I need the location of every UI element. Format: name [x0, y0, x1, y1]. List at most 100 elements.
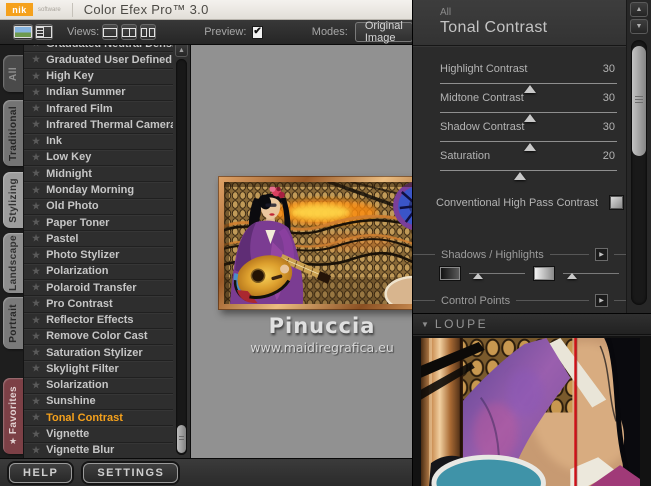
caption-url: www.maidiregrafica.eu: [250, 340, 394, 355]
views-label: Views:: [67, 26, 100, 38]
tab-favorites[interactable]: Favorites ★: [3, 378, 23, 454]
tab-stylizing[interactable]: Stylizing: [3, 172, 23, 228]
filter-item-old-photo[interactable]: ★ Old Photo: [24, 199, 173, 215]
view-split-icon: [122, 27, 137, 37]
divider: [516, 300, 589, 301]
panel-scroll-up-button[interactable]: ▲: [630, 2, 648, 17]
modes-dropdown[interactable]: Original Image: [354, 20, 413, 44]
preview-image-frame[interactable]: [218, 176, 412, 310]
preview-checkbox[interactable]: ✔: [252, 25, 263, 39]
filter-item-label: High Key: [46, 70, 94, 83]
shadow-swatch[interactable]: [440, 266, 460, 280]
filter-item-label: Infrared Film: [46, 102, 113, 115]
filter-item-high-key[interactable]: ★ High Key: [24, 69, 173, 85]
scrollbar-track[interactable]: [176, 59, 187, 455]
tab-all[interactable]: All: [3, 55, 23, 92]
image-thumbnail-icon: [14, 26, 32, 38]
filter-item-sunshine[interactable]: ★ Sunshine: [24, 394, 173, 411]
filter-item-infrared-thermal-camera[interactable]: ★ Infrared Thermal Camera: [24, 117, 173, 134]
shadow-slider[interactable]: [469, 272, 525, 279]
slider-track[interactable]: [440, 112, 617, 113]
star-icon: ★: [32, 314, 41, 325]
help-button[interactable]: HELP: [9, 462, 73, 483]
filter-item-paper-toner[interactable]: ★ Paper Toner: [24, 215, 173, 232]
star-icon: ★: [32, 428, 41, 439]
filter-item-pro-contrast[interactable]: ★ Pro Contrast: [24, 296, 173, 313]
highlight-slider-thumb[interactable]: [566, 272, 577, 279]
filter-item-ink[interactable]: ★ Ink: [24, 134, 173, 150]
filter-item-pastel[interactable]: ★ Pastel: [24, 231, 173, 248]
filterlist-toggle-button[interactable]: [35, 24, 53, 40]
filter-item-label: Vignette: [46, 428, 90, 440]
filter-item-vignette[interactable]: ★ Vignette: [24, 426, 173, 443]
view-single-icon: [103, 27, 118, 37]
filter-item-polaroid-transfer[interactable]: ★ Polaroid Transfer: [24, 280, 173, 297]
star-icon: ★: [32, 151, 41, 162]
title-bar: nik software Color Efex Pro™ 3.0: [0, 0, 412, 20]
view-single-button[interactable]: [102, 24, 119, 40]
filter-item-remove-color-cast[interactable]: ★ Remove Color Cast: [24, 329, 173, 346]
filter-item-label: Pro Contrast: [46, 297, 113, 310]
filter-item-midnight[interactable]: ★ Midnight: [24, 166, 173, 183]
filter-item-label: Midnight: [46, 167, 92, 180]
image-thumbnail-button[interactable]: [13, 24, 33, 40]
loupe-view: [413, 336, 651, 486]
preview-label: Preview:: [204, 26, 247, 38]
loupe-image: [421, 338, 640, 486]
filter-item-label: Photo Stylizer: [46, 249, 120, 262]
expand-button[interactable]: ▶: [595, 248, 608, 261]
filter-item-polarization[interactable]: ★ Polarization: [24, 264, 173, 280]
preview-image[interactable]: [224, 182, 412, 304]
panel-scrollbar-track[interactable]: [631, 40, 647, 305]
filter-item-indian-summer[interactable]: ★ Indian Summer: [24, 85, 173, 102]
scrollbar-thumb[interactable]: [177, 425, 186, 453]
filter-item-infrared-film[interactable]: ★ Infrared Film: [24, 101, 173, 118]
view-split-button[interactable]: [121, 24, 138, 40]
high-pass-contrast-checkbox[interactable]: [610, 196, 623, 209]
filter-item-graduated-neutral-density[interactable]: ★ Graduated Neutral Density: [24, 45, 173, 53]
filter-item-solarization[interactable]: ★ Solarization: [24, 378, 173, 394]
tab-portrait[interactable]: Portrait: [3, 297, 23, 349]
slider-group: Highlight Contrast 30 Midtone Contrast 30 Sh…: [440, 56, 617, 180]
scroll-up-button[interactable]: ▲: [175, 45, 188, 57]
tab-traditional[interactable]: Traditional: [3, 100, 23, 166]
loupe-label: LOUPE: [434, 317, 489, 331]
slider-track[interactable]: [440, 170, 617, 171]
view-sidebyside-button[interactable]: [140, 24, 157, 40]
slider-value: 30: [602, 92, 615, 104]
filter-item-label: Graduated User Defined: [46, 53, 172, 66]
slider-label: Shadow Contrast: [440, 121, 525, 133]
panel-scrollbar-thumb[interactable]: [632, 46, 646, 156]
filter-item-monday-morning[interactable]: ★ Monday Morning: [24, 182, 173, 199]
filter-item-label: Vignette Blur: [46, 444, 115, 457]
slider-track[interactable]: [440, 141, 617, 142]
star-icon: ★: [32, 249, 41, 260]
star-icon: ★: [32, 45, 40, 49]
star-icon: ★: [32, 282, 41, 293]
filter-item-low-key[interactable]: ★ Low Key: [24, 150, 173, 167]
tab-landscape[interactable]: Landscape: [3, 233, 23, 293]
star-icon: ★: [32, 233, 41, 244]
highlight-slider[interactable]: [563, 272, 619, 279]
filter-item-reflector-effects[interactable]: ★ Reflector Effects: [24, 313, 173, 329]
star-icon: ★: [32, 444, 41, 455]
shadow-slider-thumb[interactable]: [472, 272, 483, 279]
highlight-swatch[interactable]: [534, 266, 554, 280]
settings-button[interactable]: SETTINGS: [83, 462, 179, 483]
filter-item-tonal-contrast[interactable]: ★ Tonal Contrast: [24, 410, 173, 427]
filter-item-skylight-filter[interactable]: ★ Skylight Filter: [24, 361, 173, 378]
collapse-caret-icon[interactable]: ▼: [421, 320, 429, 329]
filter-item-graduated-user-defined[interactable]: ★ Graduated User Defined: [24, 52, 173, 69]
loupe-header[interactable]: ▼ LOUPE: [413, 313, 651, 335]
filter-item-vignette-blur[interactable]: ★ Vignette Blur: [24, 443, 173, 458]
slider-thumb[interactable]: [513, 172, 526, 180]
filter-item-saturation-stylizer[interactable]: ★ Saturation Stylizer: [24, 345, 173, 362]
expand-button[interactable]: ▶: [595, 294, 608, 307]
modes-label: Modes:: [311, 26, 348, 38]
divider: [413, 300, 435, 301]
image-caption: Pinuccia www.maidiregrafica.eu: [191, 314, 412, 355]
slider-track[interactable]: [440, 83, 617, 84]
panel-scroll-down-button[interactable]: ▼: [630, 19, 648, 34]
filter-item-photo-stylizer[interactable]: ★ Photo Stylizer: [24, 247, 173, 264]
filter-item-label: Low Key: [46, 151, 92, 164]
